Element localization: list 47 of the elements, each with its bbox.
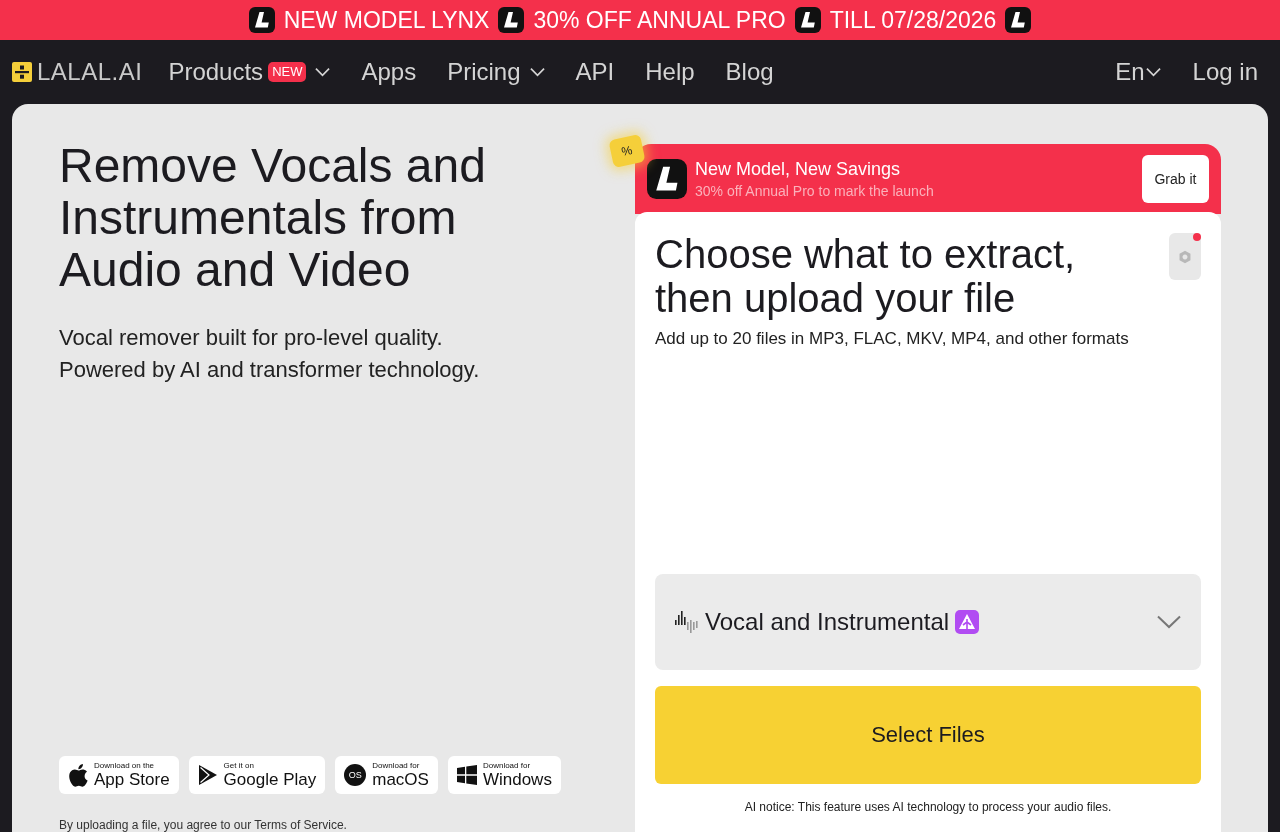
logo-icon — [1005, 7, 1032, 33]
nav-link[interactable]: Apps — [361, 58, 417, 86]
waveform-icon — [675, 611, 699, 633]
promo-text: 30% OFF ANNUAL PRO — [533, 6, 786, 34]
apple-icon — [68, 763, 88, 787]
hexagon-nut-icon — [1178, 249, 1192, 264]
language-selector[interactable]: En — [1115, 58, 1161, 86]
windows-icon — [456, 765, 477, 785]
stem-select[interactable]: Vocal and Instrumental — [655, 574, 1201, 670]
upload-title: Choose what to extract, then upload your file — [655, 232, 1076, 320]
nav-link[interactable]: Blog — [725, 58, 774, 86]
logo-icon — [647, 159, 687, 199]
promo-text: NEW MODEL LYNX — [283, 6, 490, 34]
new-badge: NEW — [268, 62, 307, 82]
os-logo: OS — [344, 764, 367, 786]
google-play-button[interactable]: Get it on Google Play — [188, 756, 326, 794]
brand-logo-icon — [12, 62, 32, 82]
chevron-down-icon — [315, 67, 331, 77]
grab-it-button[interactable]: Grab it — [1142, 155, 1209, 203]
offer-subtitle: 30% off Annual Pro to mark the launch — [695, 183, 935, 199]
upload-subtitle: Add up to 20 files in MP3, FLAC, MKV, MP4, and other formats — [655, 328, 1130, 350]
discount-tag: % — [608, 134, 646, 168]
brand-link[interactable]: LALAL.AI — [12, 58, 143, 86]
chevron-down-icon — [1145, 67, 1161, 77]
ai-notice: AI notice: This feature uses AI technology to process your audio files. — [743, 800, 1113, 814]
hero-title: Remove Vocals and Instrumentals from Audio and Video — [59, 140, 487, 296]
logo-icon — [794, 7, 821, 33]
macos-download-button[interactable]: OS Download for macOS — [335, 756, 438, 794]
nav-link[interactable]: Pricing — [447, 58, 545, 86]
app-store-button[interactable]: Download on the App Store — [59, 756, 179, 794]
nav-link[interactable]: Products NEW — [168, 58, 331, 86]
settings-button[interactable] — [1169, 233, 1201, 280]
terms-text: By uploading a file, you agree to our Terms of Service. — [59, 818, 348, 832]
offer-title: New Model, New Savings — [695, 159, 902, 180]
hero-subtitle: Vocal remover built for pro-level quality. Powered by AI and transformer technology. — [59, 324, 481, 384]
triangle-tile-icon — [955, 610, 980, 634]
logo-icon — [248, 7, 275, 33]
login-link[interactable]: Log in — [1192, 58, 1258, 86]
chevron-down-icon — [529, 67, 545, 77]
logo-icon — [498, 7, 525, 33]
nav-link[interactable]: Help — [645, 58, 695, 86]
play-triangle-icon — [197, 764, 218, 786]
windows-download-button[interactable]: Download for Windows — [447, 756, 561, 794]
nav-link[interactable]: API — [575, 58, 615, 86]
chevron-down-icon — [1157, 615, 1181, 629]
select-files-button[interactable]: Select Files — [655, 686, 1201, 784]
promo-text: TILL 07/28/2026 — [829, 6, 997, 34]
